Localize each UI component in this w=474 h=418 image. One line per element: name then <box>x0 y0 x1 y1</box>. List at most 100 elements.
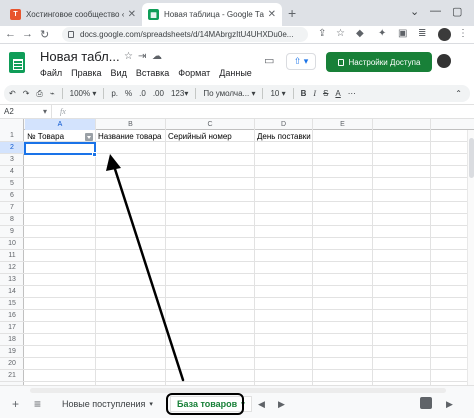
share-button[interactable]: Настройки Доступа <box>326 52 432 72</box>
comments-icon[interactable]: ▭ <box>264 54 274 67</box>
browser-navbar: ← → ↻ docs.google.com/spreadsheets/d/14M… <box>0 26 474 44</box>
menu-data[interactable]: Данные <box>219 68 252 78</box>
chevron-down-icon[interactable]: ⌄ <box>410 5 419 18</box>
menu-edit[interactable]: Правка <box>71 68 101 78</box>
menu-format[interactable]: Формат <box>178 68 210 78</box>
percent-format-button[interactable]: % <box>125 89 132 98</box>
minimize-icon[interactable]: — <box>430 5 441 17</box>
row-gridline <box>0 201 474 202</box>
browser-tab-timeweb[interactable]: T Хостинговое сообщество «Tim ✕ <box>4 3 142 26</box>
close-icon[interactable]: ✕ <box>128 9 136 20</box>
browser-tab-title: Новая таблица - Google Табли <box>164 10 264 19</box>
cloud-status-icon: ☁ <box>152 51 162 62</box>
close-icon[interactable]: ✕ <box>268 9 276 20</box>
header-cell-d1[interactable]: День поставки <box>255 131 312 143</box>
row-gridline <box>0 237 474 238</box>
formatting-toolbar: ↶ ↷ ⎙ ⌁ 100% ▾ р. % .0 .00 123▾ По умолч… <box>4 85 470 102</box>
column-header-e[interactable]: E <box>313 119 372 130</box>
puzzle-icon[interactable]: ✦ <box>378 28 386 39</box>
reload-icon[interactable]: ↻ <box>40 28 49 41</box>
decrease-decimal-button[interactable]: .0 <box>139 89 146 98</box>
toolbar-divider <box>195 88 197 99</box>
currency-format-button[interactable]: р. <box>111 89 118 98</box>
browser-tab-sheets[interactable]: ▦ Новая таблица - Google Табли ✕ <box>142 3 282 26</box>
column-header-c[interactable]: C <box>166 119 254 130</box>
filter-icon[interactable] <box>85 133 93 141</box>
paint-format-icon[interactable]: ⌁ <box>50 89 55 98</box>
url-text: docs.google.com/spreadsheets/d/14MAbrgzI… <box>80 30 294 39</box>
undo-icon[interactable]: ↶ <box>9 89 16 98</box>
row-gridline <box>0 321 474 322</box>
active-cell-a2[interactable] <box>24 142 96 155</box>
extension-icon[interactable]: ◆ <box>356 28 364 39</box>
font-select[interactable]: По умолча... ▾ <box>203 89 255 98</box>
all-sheets-button[interactable]: ≡ <box>34 397 41 411</box>
collapse-toolbar-icon[interactable]: ⌃ <box>455 89 462 98</box>
spreadsheet-grid[interactable]: A B C D E 1 2 3 4 5 6 7 8 9 10 11 12 13 14 15 16 17 18 19 2… <box>0 119 474 385</box>
extensions-icon[interactable]: ▣ <box>398 28 407 39</box>
scrollbar-thumb[interactable] <box>469 138 474 178</box>
row-gridline <box>0 345 474 346</box>
toolbar-divider <box>292 88 294 99</box>
browser-tab-strip: T Хостинговое сообщество «Tim ✕ ▦ Новая … <box>0 0 474 26</box>
print-icon[interactable]: ⎙ <box>36 89 42 99</box>
share-page-icon[interactable]: ⇪ <box>318 28 326 39</box>
kebab-menu-icon[interactable]: ⋮ <box>458 28 468 39</box>
explore-icon[interactable] <box>420 397 432 409</box>
row-gridline <box>0 225 474 226</box>
text-color-button[interactable]: A <box>335 89 340 98</box>
column-header-a[interactable]: A <box>25 119 95 130</box>
toolbar-divider <box>262 88 264 99</box>
font-size-select[interactable]: 10 ▾ <box>270 89 285 98</box>
sheet-tab-label: Новые поступления <box>62 399 146 409</box>
document-title[interactable]: Новая табл... <box>40 49 120 64</box>
star-icon[interactable]: ☆ <box>124 51 133 62</box>
strikethrough-button[interactable]: S <box>323 89 328 98</box>
share-label: Настройки Доступа <box>348 57 421 67</box>
header-cell-c1[interactable]: Серийный номер <box>166 131 254 143</box>
column-header-b[interactable]: B <box>96 119 165 130</box>
row-gridline <box>0 285 474 286</box>
more-icon[interactable]: ⋯ <box>348 89 356 98</box>
column-header-d[interactable]: D <box>255 119 312 130</box>
back-icon[interactable]: ← <box>5 28 16 40</box>
forward-icon[interactable]: → <box>22 28 33 40</box>
vertical-scrollbar[interactable] <box>467 130 474 385</box>
sheet-tab-new-arrivals[interactable]: Новые поступления ▾ <box>56 396 159 412</box>
avatar[interactable] <box>437 54 451 68</box>
address-bar[interactable]: docs.google.com/spreadsheets/d/14MAbrgzI… <box>62 27 308 42</box>
redo-icon[interactable]: ↷ <box>23 89 30 98</box>
menu-insert[interactable]: Вставка <box>136 68 169 78</box>
row-gridline <box>0 309 474 310</box>
new-tab-button[interactable]: + <box>288 5 296 21</box>
profile-avatar[interactable] <box>438 28 451 41</box>
sheets-logo-icon[interactable] <box>9 52 25 73</box>
font-size-value: 10 <box>270 89 280 98</box>
name-box[interactable]: A2 ▾ <box>0 105 52 118</box>
increase-decimal-button[interactable]: .00 <box>153 89 164 98</box>
row-gridline <box>0 189 474 190</box>
star-icon[interactable]: ☆ <box>336 28 345 39</box>
sheets-header: Новая табл... ☆ ⇥ ☁ Файл Правка Вид Вста… <box>0 44 474 84</box>
fill-handle[interactable] <box>92 152 97 157</box>
bold-button[interactable]: B <box>301 89 307 98</box>
add-sheet-button[interactable]: + <box>12 397 19 411</box>
zoom-select[interactable]: 100% ▾ <box>70 89 97 98</box>
header-cell-b1[interactable]: Название товара <box>96 131 165 143</box>
font-value: По умолча... <box>203 89 250 98</box>
scroll-right-icon[interactable]: ▶ <box>278 399 285 410</box>
more-formats-button[interactable]: 123▾ <box>171 89 188 98</box>
tab-search-icon[interactable]: ≣ <box>418 28 426 39</box>
italic-button[interactable]: I <box>313 89 316 98</box>
collapse-side-panel-icon[interactable]: ▶ <box>446 399 453 410</box>
scroll-left-icon[interactable]: ◀ <box>258 399 265 410</box>
toolbar-divider <box>61 88 63 99</box>
menu-view[interactable]: Вид <box>111 68 127 78</box>
timeweb-favicon-icon: T <box>10 9 21 20</box>
maximize-icon[interactable]: ▢ <box>452 5 462 18</box>
menu-file[interactable]: Файл <box>40 68 62 78</box>
move-folder-icon[interactable]: ⇥ <box>138 51 146 62</box>
fx-icon: fx <box>60 107 66 116</box>
chevron-down-icon: ▾ <box>149 401 153 408</box>
present-button[interactable]: ⇧ ▾ <box>286 53 316 70</box>
